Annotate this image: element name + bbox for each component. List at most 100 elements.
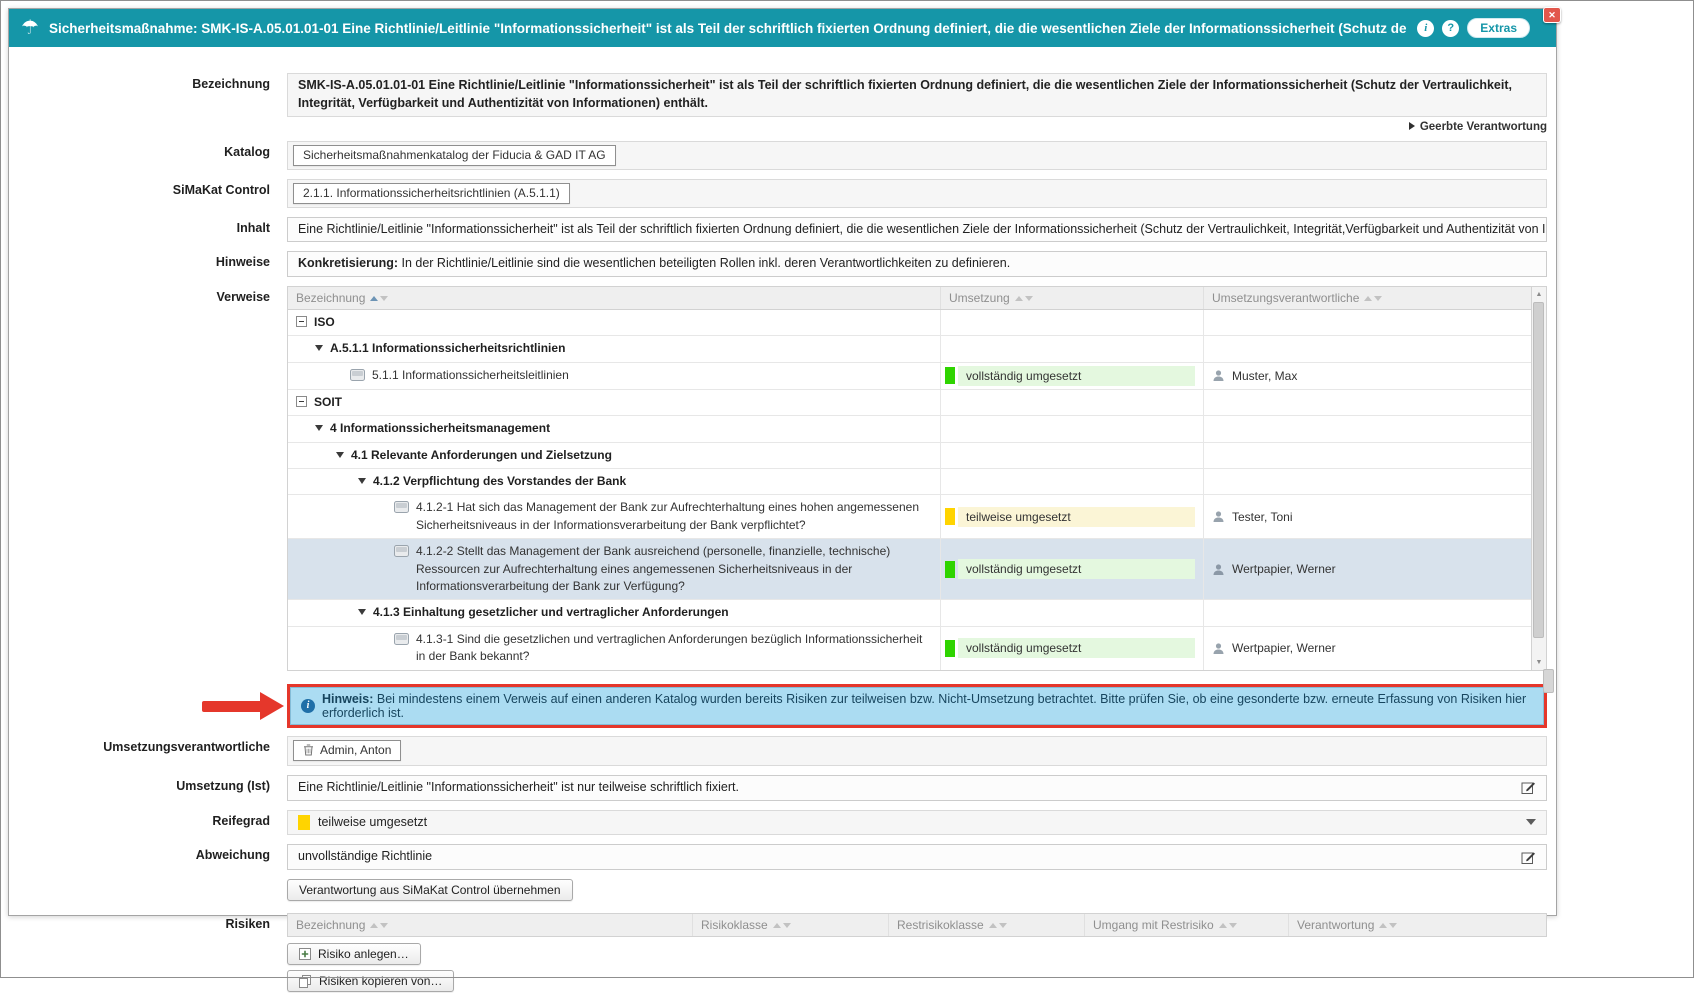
risiken-table-header: Bezeichnung Risikoklasse Restrisikoklass…	[287, 913, 1547, 937]
verantwortung-uebernehmen-button[interactable]: Verantwortung aus SiMaKat Control überne…	[287, 879, 573, 901]
bezeichnung-field[interactable]: SMK-IS-A.05.01.01-01 Eine Richtlinie/Lei…	[287, 73, 1547, 117]
row-umsetzungsverantwortliche: Umsetzungsverantwortliche Admin, Anton	[9, 736, 1556, 766]
row-simakat-control: SiMaKat Control 2.1.1. Informationssiche…	[9, 179, 1556, 208]
table-scrollbar[interactable]: ▲ ▼	[1531, 287, 1546, 669]
copy-icon	[299, 975, 312, 988]
column-header-risikoklasse[interactable]: Risikoklasse	[692, 914, 888, 936]
collapse-icon[interactable]	[296, 396, 307, 407]
umbrella-icon: ☂	[21, 18, 39, 38]
row-hinweise: Hinweise Konkretisierung: In der Richtli…	[9, 251, 1556, 277]
edit-icon[interactable]	[1521, 850, 1536, 865]
close-icon[interactable]: ✕	[1543, 7, 1561, 23]
status-color-yellow	[298, 815, 310, 830]
tree-expanded-icon[interactable]	[315, 425, 323, 431]
person-icon	[1212, 642, 1225, 655]
status-color-green	[945, 640, 955, 657]
form-scrollbar-thumb[interactable]	[1543, 669, 1554, 693]
chevron-down-icon[interactable]	[1526, 819, 1536, 825]
umsetzung-ist-field[interactable]: Eine Richtlinie/Leitlinie "Informationss…	[287, 775, 1547, 801]
titlebar-icons: i ? Extras	[1417, 18, 1530, 38]
umsetzungsverantwortliche-label: Umsetzungsverantwortliche	[9, 736, 287, 766]
verweise-table-header: Bezeichnung Umsetzung Umsetzungsverantwo…	[288, 287, 1531, 310]
scrollbar-thumb[interactable]	[1533, 302, 1544, 637]
titlebar: ☂ Sicherheitsmaßnahme: SMK-IS-A.05.01.01…	[9, 9, 1556, 47]
simakat-chip[interactable]: 2.1.1. Informationssicherheitsrichtlinie…	[293, 183, 570, 204]
table-row-measure[interactable]: 4.1.3-1 Sind die gesetzlichen und vertra…	[288, 627, 1531, 670]
reifegrad-select[interactable]: teilweise umgesetzt	[287, 810, 1547, 836]
table-row-group-soit[interactable]: SOIT	[288, 390, 1531, 416]
verweise-table: Bezeichnung Umsetzung Umsetzungsverantwo…	[287, 286, 1547, 670]
edit-icon[interactable]	[1521, 780, 1536, 795]
table-row-group-iso[interactable]: ISO	[288, 310, 1531, 336]
hint-banner: i Hinweis: Bei mindestens einem Verweis …	[290, 687, 1544, 725]
table-row-measure-selected[interactable]: 4.1.2-2 Stellt das Management der Bank a…	[288, 539, 1531, 600]
table-row-node[interactable]: 4 Informationssicherheitsmanagement	[288, 416, 1531, 442]
status-color-green	[945, 367, 955, 384]
table-row-node[interactable]: A.5.1.1 Informationssicherheitsrichtlini…	[288, 336, 1531, 362]
row-risiken-kopieren: Risiken kopieren von…	[9, 970, 1556, 993]
table-row-measure[interactable]: 5.1.1 Informationssicherheitsleitlinien …	[288, 363, 1531, 390]
sort-icons[interactable]	[1219, 923, 1237, 928]
abweichung-field[interactable]: unvollständige Richtlinie	[287, 844, 1547, 870]
simakat-label: SiMaKat Control	[9, 179, 287, 208]
risiken-label: Risiken	[9, 913, 287, 937]
table-row-measure[interactable]: 4.1.2-1 Hat sich das Management der Bank…	[288, 495, 1531, 539]
tree-expanded-icon[interactable]	[358, 609, 366, 615]
hinweise-field[interactable]: Konkretisierung: In der Richtlinie/Leitl…	[287, 251, 1547, 277]
column-header-umsetzungsverantwortliche[interactable]: Umsetzungsverantwortliche	[1203, 287, 1531, 309]
column-header-verantwortung[interactable]: Verantwortung	[1288, 914, 1546, 936]
sort-icons[interactable]	[989, 923, 1007, 928]
row-verantwortung-button: Verantwortung aus SiMaKat Control überne…	[9, 879, 1556, 901]
status-color-green	[945, 561, 955, 578]
scroll-down-icon[interactable]: ▼	[1532, 656, 1546, 670]
person-icon	[1212, 510, 1225, 523]
row-risiken: Risiken Bezeichnung Risikoklasse Restris…	[9, 913, 1556, 937]
row-reifegrad: Reifegrad teilweise umgesetzt	[9, 810, 1556, 836]
katalog-chip[interactable]: Sicherheitsmaßnahmenkatalog der Fiducia …	[293, 145, 616, 166]
reifegrad-label: Reifegrad	[9, 810, 287, 836]
tree-expanded-icon[interactable]	[336, 452, 344, 458]
column-header-bezeichnung[interactable]: Bezeichnung	[288, 914, 692, 936]
risiko-anlegen-button[interactable]: Risiko anlegen…	[287, 943, 421, 965]
umsetzung-ist-label: Umsetzung (Ist)	[9, 775, 287, 801]
sort-icons[interactable]	[1379, 923, 1397, 928]
tree-expanded-icon[interactable]	[358, 478, 366, 484]
trash-icon[interactable]	[303, 744, 314, 756]
measure-icon	[394, 501, 409, 513]
tree-expanded-icon[interactable]	[315, 345, 323, 351]
row-umsetzung-ist: Umsetzung (Ist) Eine Richtlinie/Leitlini…	[9, 775, 1556, 801]
sort-icons[interactable]	[370, 923, 388, 928]
status-color-yellow	[945, 508, 955, 525]
sort-icons[interactable]	[1015, 296, 1033, 301]
help-icon[interactable]: ?	[1442, 20, 1459, 37]
sort-icons[interactable]	[370, 296, 388, 301]
status-text: vollständig umgesetzt	[958, 559, 1195, 579]
column-header-restrisikoklasse[interactable]: Restrisikoklasse	[888, 914, 1084, 936]
row-katalog: Katalog Sicherheitsmaßnahmenkatalog der …	[9, 141, 1556, 170]
verweise-label: Verweise	[9, 286, 287, 670]
sort-icons[interactable]	[1364, 296, 1382, 301]
column-header-umsetzung[interactable]: Umsetzung	[940, 287, 1203, 309]
geerbte-verantwortung-toggle[interactable]: Geerbte Verantwortung	[9, 121, 1547, 133]
column-header-umgang-mit-restrisiko[interactable]: Umgang mit Restrisiko	[1084, 914, 1288, 936]
expander-icon	[1409, 122, 1415, 130]
extras-button[interactable]: Extras	[1467, 18, 1530, 38]
risiken-kopieren-button[interactable]: Risiken kopieren von…	[287, 970, 454, 992]
table-row-node[interactable]: 4.1.2 Verpflichtung des Vorstandes der B…	[288, 469, 1531, 495]
table-row-node[interactable]: 4.1.3 Einhaltung gesetzlicher und vertra…	[288, 600, 1531, 626]
annotation-red-box: i Hinweis: Bei mindestens einem Verweis …	[287, 684, 1547, 728]
status-text: vollständig umgesetzt	[958, 638, 1195, 658]
column-header-bezeichnung[interactable]: Bezeichnung	[288, 287, 940, 309]
form-content: Bezeichnung SMK-IS-A.05.01.01-01 Eine Ri…	[9, 47, 1556, 993]
plus-icon	[299, 948, 311, 960]
status-text: vollständig umgesetzt	[958, 366, 1195, 386]
abweichung-label: Abweichung	[9, 844, 287, 870]
table-row-node[interactable]: 4.1 Relevante Anforderungen und Zielsetz…	[288, 443, 1531, 469]
inhalt-field[interactable]: Eine Richtlinie/Leitlinie "Informationss…	[287, 217, 1547, 243]
info-icon[interactable]: i	[1417, 20, 1434, 37]
responsible-chip[interactable]: Admin, Anton	[293, 740, 401, 761]
hint-text: Hinweis: Bei mindestens einem Verweis au…	[322, 692, 1533, 720]
sort-icons[interactable]	[773, 923, 791, 928]
scroll-up-icon[interactable]: ▲	[1532, 287, 1546, 301]
collapse-icon[interactable]	[296, 316, 307, 327]
